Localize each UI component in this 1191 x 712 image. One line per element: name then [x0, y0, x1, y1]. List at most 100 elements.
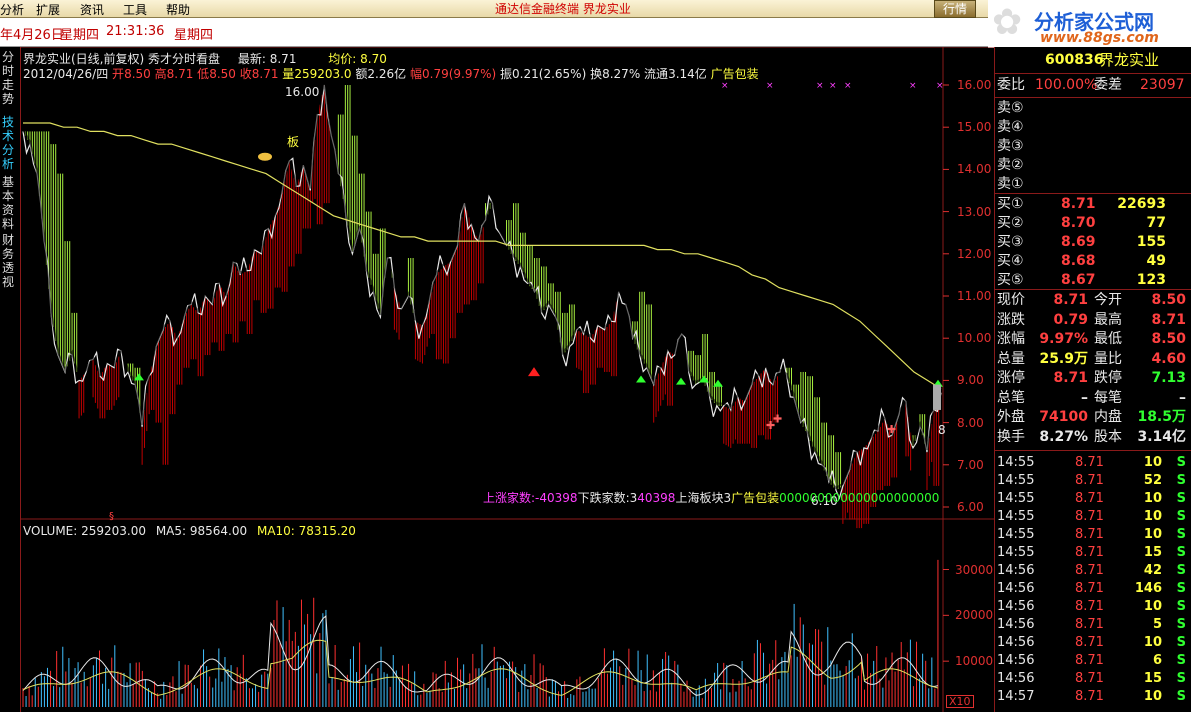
tab-intraday[interactable]: 分时走势 — [2, 50, 18, 106]
volume-tick-label: 10000 — [955, 654, 994, 669]
price-tick-label: 9.00 — [957, 373, 984, 388]
stat-row: 涨跌 0.79 最高 8.71 — [995, 311, 1191, 330]
menu-item-extend[interactable]: 扩展 — [36, 1, 60, 18]
ma10-value: MA10: 78315.20 — [256, 524, 356, 538]
board-marker: 板 — [287, 135, 300, 149]
tick-volume: 146 — [1134, 581, 1162, 596]
stat-row: 涨幅 9.97% 最低 8.50 — [995, 330, 1191, 349]
stat-row: 现价 8.71 今开 8.50 — [995, 291, 1191, 310]
buy-price: 8.68 — [1061, 253, 1096, 269]
stat-value: 9.97% — [1039, 331, 1088, 347]
tick-volume: 10 — [1143, 509, 1162, 524]
stat-value: 3.14亿 — [1137, 428, 1186, 445]
stat-label: 跌停 — [1094, 370, 1122, 386]
tick-time: 14:55 — [997, 527, 1035, 542]
tick-time: 14:55 — [997, 455, 1035, 470]
tick-time: 14:56 — [997, 599, 1035, 614]
tick-side: S — [1176, 653, 1186, 668]
ma5-value: MA5: 98564.00 — [155, 524, 248, 538]
tick-side: S — [1176, 491, 1186, 506]
stat-label: 今开 — [1094, 292, 1122, 308]
tick-side: S — [1176, 599, 1186, 614]
menu-item-news[interactable]: 资讯 — [80, 1, 104, 18]
buy-row: 买⑤ 8.67 123 — [995, 271, 1191, 290]
buy-row: 买② 8.70 77 — [995, 214, 1191, 233]
tick-row: 14:57 8.71 10 S — [995, 687, 1191, 706]
menu-item-tools[interactable]: 工具 — [123, 1, 147, 18]
tick-row: 14:55 8.71 10 S — [995, 489, 1191, 508]
menu-item-help[interactable]: 帮助 — [166, 1, 190, 18]
weicha-label: 委差 — [1094, 77, 1122, 93]
sell-level-label: 卖⑤ — [997, 100, 1024, 116]
tick-time: 14:55 — [997, 473, 1035, 488]
chart-area[interactable]: 界龙实业(日线,前复权) 秀才分时看盘 最新: 8.71 均价: 8.70 20… — [21, 47, 995, 712]
signal-x-marker: × — [829, 81, 837, 91]
left-tab-bar: 分时走势 技术分析 基本资料 财务透视 — [0, 47, 21, 712]
price-tick-label: 7.00 — [957, 457, 984, 472]
tick-time: 14:57 — [997, 689, 1035, 704]
buy-volume: 77 — [1146, 215, 1166, 231]
price-tick-label: 14.00 — [957, 162, 992, 177]
volume-tick-label: 20000 — [955, 608, 994, 623]
tick-side: S — [1176, 455, 1186, 470]
buy-row: 买① 8.71 22693 — [995, 195, 1191, 214]
sell-level-label: 卖③ — [997, 138, 1024, 154]
tab-finance[interactable]: 财务透视 — [2, 233, 18, 289]
buy-arrow-icon — [636, 375, 646, 383]
tick-volume: 6 — [1152, 653, 1162, 668]
buy-level-label: 买⑤ — [997, 272, 1024, 288]
price-tick-label: 12.00 — [957, 246, 992, 261]
stat-value: 8.71 — [1053, 292, 1088, 308]
tick-side: S — [1176, 617, 1186, 632]
stat-label: 内盘 — [1094, 409, 1122, 425]
stat-label: 最低 — [1094, 331, 1122, 347]
stat-label: 总量 — [997, 350, 1025, 367]
price-tick-label: 6.00 — [957, 500, 984, 514]
buy-level-label: 买③ — [997, 234, 1024, 250]
logo-url: www.88gs.com — [1040, 30, 1159, 46]
tick-volume: 15 — [1143, 545, 1162, 560]
sell-row: 卖② — [995, 156, 1191, 175]
tick-price: 8.71 — [1075, 527, 1104, 542]
last-bar-box — [933, 384, 941, 410]
buy-price: 8.70 — [1061, 215, 1096, 231]
buy-volume: 22693 — [1117, 196, 1166, 212]
tick-side: S — [1176, 545, 1186, 560]
sell-flag-icon: ✚ — [773, 413, 782, 426]
divider — [995, 193, 1191, 194]
tick-time: 14:56 — [997, 653, 1035, 668]
tick-price: 8.71 — [1075, 509, 1104, 524]
buy-arrow-icon — [676, 377, 686, 385]
signal-x-marker: × — [844, 81, 852, 91]
site-logo: ✿ 分析家公式网 www.88gs.com — [988, 0, 1191, 48]
breadth-part-4: 3 — [723, 491, 732, 505]
stat-label: 每笔 — [1094, 389, 1122, 406]
breadth-part-5: 广告包装 — [731, 491, 780, 505]
tick-price: 8.71 — [1075, 689, 1104, 704]
tick-volume: 10 — [1143, 527, 1162, 542]
tick-side: S — [1176, 563, 1186, 578]
signal-x-marker: × — [766, 81, 774, 91]
stat-row: 外盘 74100 内盘 18.5万 — [995, 408, 1191, 427]
divider — [995, 289, 1191, 290]
time-text: 21:31:36 — [106, 24, 165, 39]
tab-profile[interactable]: 基本资料 — [2, 175, 18, 231]
quote-button[interactable]: 行情 — [934, 0, 976, 18]
tick-row: 14:55 8.71 10 S — [995, 507, 1191, 526]
tick-side: S — [1176, 671, 1186, 686]
weibi-label: 委比 — [997, 77, 1025, 93]
menu-item-analysis[interactable]: 分析 — [0, 1, 24, 18]
divider — [995, 450, 1191, 451]
buy-price: 8.69 — [1061, 234, 1096, 250]
price-tick-label: 10.00 — [957, 331, 992, 346]
sell-row: 卖① — [995, 175, 1191, 194]
weibi-row: 委比 100.00% 委差 23097 — [995, 76, 1191, 95]
tick-row: 14:55 8.71 52 S — [995, 471, 1191, 490]
price-tick-label: 15.00 — [957, 120, 992, 135]
tick-time: 14:55 — [997, 509, 1035, 524]
tick-side: S — [1176, 473, 1186, 488]
tab-technical[interactable]: 技术分析 — [2, 115, 18, 171]
buy-volume: 155 — [1136, 234, 1166, 250]
breadth-part-7: 000000000000000 — [824, 491, 940, 505]
buy-row: 买③ 8.69 155 — [995, 233, 1191, 252]
